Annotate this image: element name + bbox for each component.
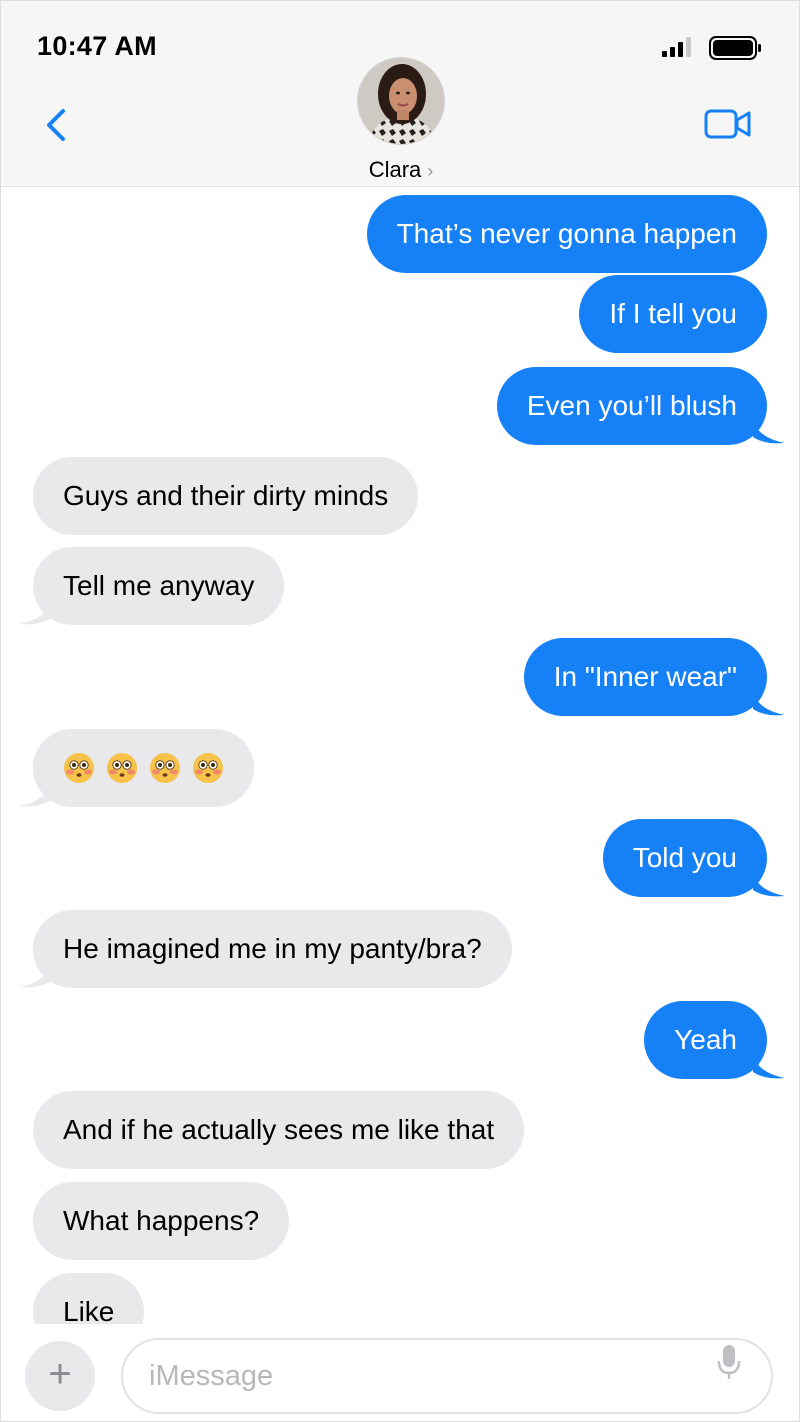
message-text: In "Inner wear"	[553, 661, 737, 692]
chevron-right-icon: ›	[427, 161, 434, 181]
received-message-bubble[interactable]: And if he actually sees me like that	[33, 1091, 525, 1169]
sent-message-bubble[interactable]: Told you	[602, 819, 767, 897]
video-camera-icon[interactable]	[703, 107, 753, 141]
add-attachment-button[interactable]: +	[25, 1341, 95, 1411]
sent-message-bubble[interactable]: That’s never gonna happen	[366, 195, 767, 273]
messages-screen: 10:47 AM Clara › That’s never gonna happ…	[0, 0, 800, 1422]
contact-name-button[interactable]: Clara ›	[1, 157, 799, 183]
message-input[interactable]: iMessage	[121, 1338, 773, 1414]
message-text: Like	[63, 1296, 115, 1324]
bubble-tail	[753, 689, 785, 716]
received-message-bubble[interactable]: He imagined me in my panty/bra?	[33, 910, 512, 988]
bubble-tail	[753, 870, 785, 897]
received-message-bubble[interactable]	[33, 729, 254, 807]
received-message-bubble[interactable]: Tell me anyway	[33, 547, 285, 625]
message-text: He imagined me in my panty/bra?	[63, 933, 482, 964]
bubble-tail	[19, 780, 51, 807]
battery-icon	[709, 36, 761, 60]
message-list[interactable]: That’s never gonna happen If I tell you …	[1, 188, 799, 1324]
bubble-tail	[753, 1052, 785, 1079]
bubble-tail	[19, 598, 51, 625]
sent-message-bubble[interactable]: If I tell you	[579, 275, 767, 353]
flushed-face-icon	[193, 753, 223, 783]
flushed-face-icon	[64, 753, 94, 783]
message-text: That’s never gonna happen	[396, 218, 737, 249]
bubble-tail	[19, 961, 51, 988]
microphone-icon[interactable]	[717, 1343, 741, 1381]
message-text: Told you	[632, 842, 737, 873]
message-text: Guys and their dirty minds	[63, 480, 389, 511]
sent-message-bubble[interactable]: In "Inner wear"	[523, 638, 767, 716]
flushed-face-icon	[150, 753, 180, 783]
sent-message-bubble[interactable]: Yeah	[644, 1001, 767, 1079]
contact-name: Clara	[368, 157, 422, 182]
message-text: Even you’ll blush	[526, 390, 737, 421]
contact-avatar[interactable]	[357, 57, 445, 145]
composer-bar: + iMessage	[1, 1324, 799, 1421]
cellular-signal-icon	[662, 37, 691, 57]
flushed-face-icon	[107, 753, 137, 783]
received-message-bubble[interactable]: Guys and their dirty minds	[33, 457, 419, 535]
sent-message-bubble[interactable]: Even you’ll blush	[496, 367, 767, 445]
message-text: Tell me anyway	[63, 570, 255, 601]
conversation-header: 10:47 AM Clara ›	[1, 1, 799, 187]
message-text: What happens?	[63, 1205, 260, 1236]
emoji-row	[63, 729, 224, 807]
received-message-bubble[interactable]: What happens?	[33, 1182, 290, 1260]
message-text: And if he actually sees me like that	[63, 1114, 495, 1145]
status-time: 10:47 AM	[37, 31, 157, 61]
received-message-bubble[interactable]: Like	[33, 1273, 145, 1324]
message-text: If I tell you	[609, 298, 737, 329]
back-button[interactable]	[41, 105, 71, 145]
bubble-tail	[753, 417, 785, 444]
message-text: Yeah	[674, 1024, 737, 1055]
